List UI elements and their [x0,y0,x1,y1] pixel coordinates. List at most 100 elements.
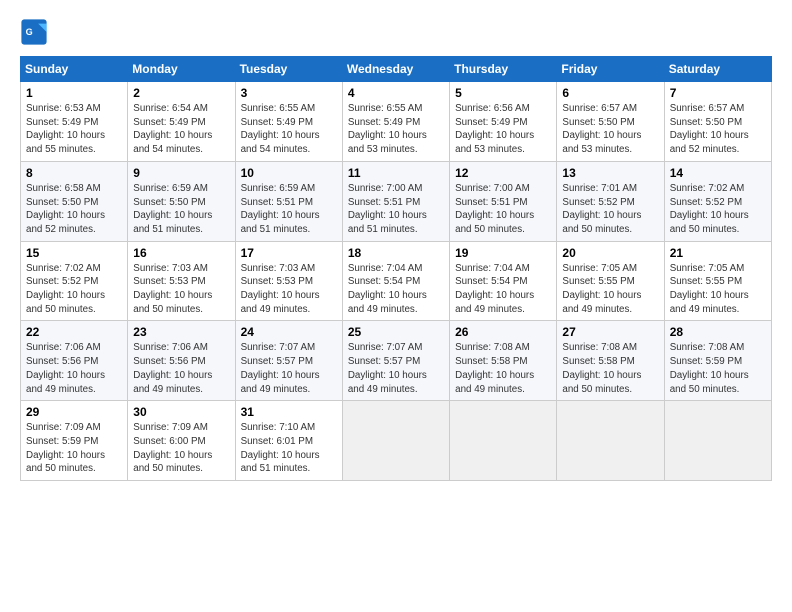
day-number: 1 [26,86,122,100]
calendar-week-row: 15 Sunrise: 7:02 AM Sunset: 5:52 PM Dayli… [21,241,772,321]
day-number: 25 [348,325,444,339]
day-info: Sunrise: 7:08 AM Sunset: 5:58 PM Dayligh… [455,341,551,396]
day-number: 11 [348,166,444,180]
logo-icon: G [20,18,48,46]
day-number: 2 [133,86,229,100]
day-number: 20 [562,246,658,260]
calendar-cell [450,401,557,481]
day-info: Sunrise: 7:08 AM Sunset: 5:58 PM Dayligh… [562,341,658,396]
day-number: 21 [670,246,766,260]
calendar-cell: 5Sunrise: 6:56 AM Sunset: 5:49 PM Daylig… [450,82,557,162]
day-info: Sunrise: 7:06 AM Sunset: 5:56 PM Dayligh… [26,341,122,396]
calendar-cell: 31 Sunrise: 7:10 AM Sunset: 6:01 PM Dayli… [235,401,342,481]
day-number: 15 [26,246,122,260]
day-info: Sunrise: 6:59 AM Sunset: 5:51 PM Dayligh… [241,182,337,237]
day-info: Sunrise: 7:08 AM Sunset: 5:59 PM Dayligh… [670,341,766,396]
calendar-cell: 11Sunrise: 7:00 AM Sunset: 5:51 PM Dayli… [342,161,449,241]
page: G SundayMondayTuesdayWednesdayThursdayFr… [0,0,792,491]
calendar-cell: 20 Sunrise: 7:05 AM Sunset: 5:55 PM Dayli… [557,241,664,321]
day-info: Sunrise: 7:06 AM Sunset: 5:56 PM Dayligh… [133,341,229,396]
day-number: 23 [133,325,229,339]
day-info: Sunrise: 7:07 AM Sunset: 5:57 PM Dayligh… [348,341,444,396]
calendar-cell [664,401,771,481]
calendar-cell: 6 Sunrise: 6:57 AM Sunset: 5:50 PM Daylig… [557,82,664,162]
calendar-cell: 12 Sunrise: 7:00 AM Sunset: 5:51 PM Dayli… [450,161,557,241]
calendar-cell: 22 Sunrise: 7:06 AM Sunset: 5:56 PM Dayli… [21,321,128,401]
day-info: Sunrise: 7:04 AM Sunset: 5:54 PM Dayligh… [455,262,551,317]
day-info: Sunrise: 6:57 AM Sunset: 5:50 PM Dayligh… [562,102,658,157]
day-number: 12 [455,166,551,180]
day-number: 30 [133,405,229,419]
calendar: SundayMondayTuesdayWednesdayThursdayFrid… [20,56,772,481]
day-number: 28 [670,325,766,339]
calendar-cell [342,401,449,481]
day-number: 18 [348,246,444,260]
header: G [20,18,772,46]
day-info: Sunrise: 7:05 AM Sunset: 5:55 PM Dayligh… [670,262,766,317]
day-number: 31 [241,405,337,419]
day-info: Sunrise: 6:57 AM Sunset: 5:50 PM Dayligh… [670,102,766,157]
calendar-week-row: 29 Sunrise: 7:09 AM Sunset: 5:59 PM Dayli… [21,401,772,481]
calendar-cell: 16 Sunrise: 7:03 AM Sunset: 5:53 PM Dayli… [128,241,235,321]
day-number: 8 [26,166,122,180]
day-info: Sunrise: 7:01 AM Sunset: 5:52 PM Dayligh… [562,182,658,237]
day-number: 29 [26,405,122,419]
day-info: Sunrise: 6:55 AM Sunset: 5:49 PM Dayligh… [241,102,337,157]
calendar-cell: 9 Sunrise: 6:59 AM Sunset: 5:50 PM Daylig… [128,161,235,241]
day-info: Sunrise: 7:03 AM Sunset: 5:53 PM Dayligh… [133,262,229,317]
day-number: 24 [241,325,337,339]
calendar-body: 1Sunrise: 6:53 AM Sunset: 5:49 PM Daylig… [21,82,772,481]
weekday-header-cell: Saturday [664,57,771,82]
day-info: Sunrise: 7:04 AM Sunset: 5:54 PM Dayligh… [348,262,444,317]
calendar-cell: 2 Sunrise: 6:54 AM Sunset: 5:49 PM Daylig… [128,82,235,162]
day-number: 5 [455,86,551,100]
day-number: 6 [562,86,658,100]
weekday-header-cell: Sunday [21,57,128,82]
day-info: Sunrise: 7:09 AM Sunset: 6:00 PM Dayligh… [133,421,229,476]
weekday-header-cell: Wednesday [342,57,449,82]
day-number: 10 [241,166,337,180]
weekday-header-cell: Thursday [450,57,557,82]
day-info: Sunrise: 6:54 AM Sunset: 5:49 PM Dayligh… [133,102,229,157]
day-number: 16 [133,246,229,260]
calendar-cell: 24 Sunrise: 7:07 AM Sunset: 5:57 PM Dayli… [235,321,342,401]
day-info: Sunrise: 6:59 AM Sunset: 5:50 PM Dayligh… [133,182,229,237]
calendar-cell: 28 Sunrise: 7:08 AM Sunset: 5:59 PM Dayli… [664,321,771,401]
day-number: 3 [241,86,337,100]
calendar-cell: 23 Sunrise: 7:06 AM Sunset: 5:56 PM Dayli… [128,321,235,401]
calendar-cell: 30 Sunrise: 7:09 AM Sunset: 6:00 PM Dayli… [128,401,235,481]
day-number: 9 [133,166,229,180]
calendar-cell: 18 Sunrise: 7:04 AM Sunset: 5:54 PM Dayli… [342,241,449,321]
day-number: 22 [26,325,122,339]
calendar-cell: 27 Sunrise: 7:08 AM Sunset: 5:58 PM Dayli… [557,321,664,401]
day-info: Sunrise: 7:10 AM Sunset: 6:01 PM Dayligh… [241,421,337,476]
day-number: 4 [348,86,444,100]
day-info: Sunrise: 7:07 AM Sunset: 5:57 PM Dayligh… [241,341,337,396]
calendar-week-row: 8 Sunrise: 6:58 AM Sunset: 5:50 PM Daylig… [21,161,772,241]
calendar-cell: 1Sunrise: 6:53 AM Sunset: 5:49 PM Daylig… [21,82,128,162]
calendar-cell: 17 Sunrise: 7:03 AM Sunset: 5:53 PM Dayli… [235,241,342,321]
day-info: Sunrise: 7:03 AM Sunset: 5:53 PM Dayligh… [241,262,337,317]
day-info: Sunrise: 7:05 AM Sunset: 5:55 PM Dayligh… [562,262,658,317]
calendar-cell: 15 Sunrise: 7:02 AM Sunset: 5:52 PM Dayli… [21,241,128,321]
day-number: 7 [670,86,766,100]
day-info: Sunrise: 6:55 AM Sunset: 5:49 PM Dayligh… [348,102,444,157]
calendar-cell [557,401,664,481]
logo: G [20,18,50,46]
calendar-week-row: 1Sunrise: 6:53 AM Sunset: 5:49 PM Daylig… [21,82,772,162]
day-info: Sunrise: 6:58 AM Sunset: 5:50 PM Dayligh… [26,182,122,237]
day-info: Sunrise: 7:02 AM Sunset: 5:52 PM Dayligh… [26,262,122,317]
calendar-cell: 21 Sunrise: 7:05 AM Sunset: 5:55 PM Dayli… [664,241,771,321]
day-info: Sunrise: 7:00 AM Sunset: 5:51 PM Dayligh… [455,182,551,237]
weekday-header-cell: Friday [557,57,664,82]
calendar-cell: 10 Sunrise: 6:59 AM Sunset: 5:51 PM Dayli… [235,161,342,241]
day-info: Sunrise: 7:09 AM Sunset: 5:59 PM Dayligh… [26,421,122,476]
calendar-cell: 25 Sunrise: 7:07 AM Sunset: 5:57 PM Dayli… [342,321,449,401]
day-info: Sunrise: 7:02 AM Sunset: 5:52 PM Dayligh… [670,182,766,237]
weekday-header: SundayMondayTuesdayWednesdayThursdayFrid… [21,57,772,82]
day-number: 27 [562,325,658,339]
calendar-cell: 3 Sunrise: 6:55 AM Sunset: 5:49 PM Daylig… [235,82,342,162]
day-number: 14 [670,166,766,180]
calendar-cell: 7 Sunrise: 6:57 AM Sunset: 5:50 PM Daylig… [664,82,771,162]
day-number: 17 [241,246,337,260]
